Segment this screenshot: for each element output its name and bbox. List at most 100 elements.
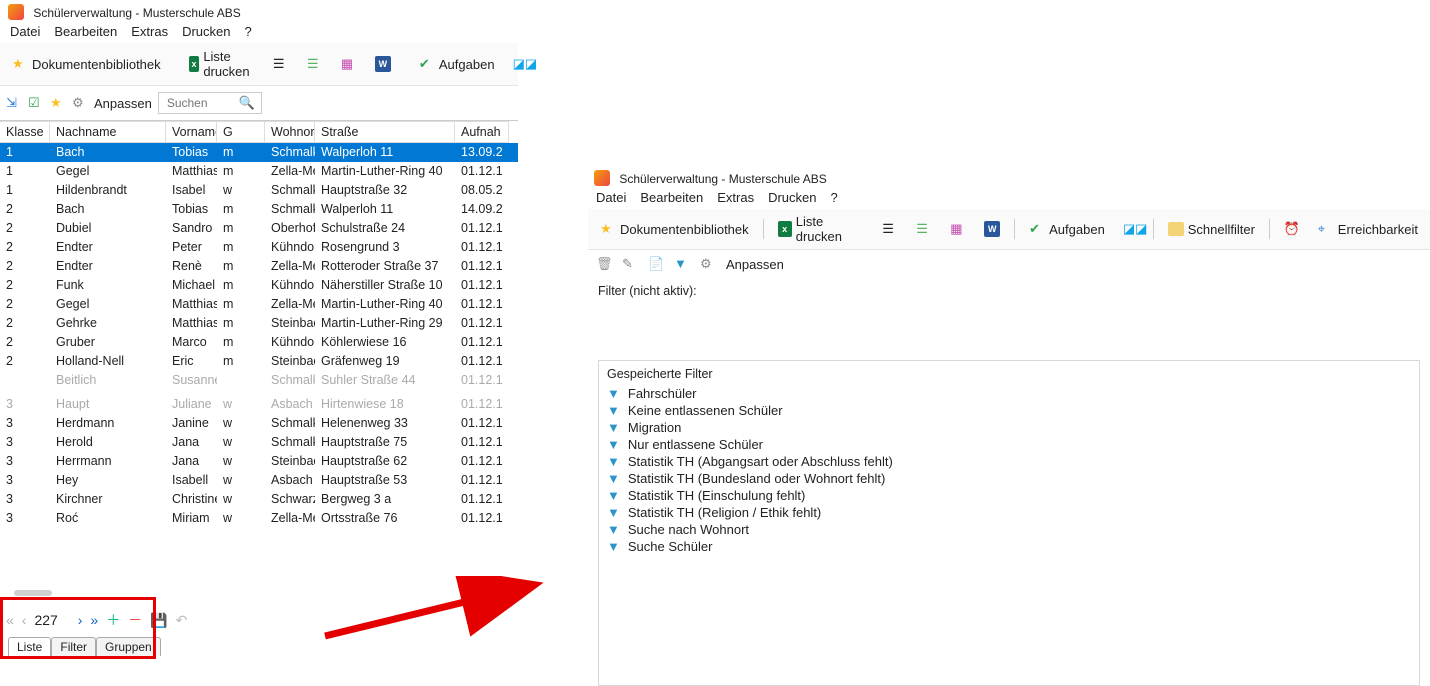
- col-vorname[interactable]: Vorname: [166, 121, 217, 143]
- tiles-button[interactable]: ◪◪: [1117, 219, 1145, 239]
- tasks-button[interactable]: ✔ Aufgaben: [413, 54, 501, 74]
- tool-word[interactable]: W: [978, 219, 1006, 239]
- tool-icon-3[interactable]: ▦: [335, 54, 363, 74]
- star-icon[interactable]: ★: [50, 95, 66, 111]
- search-input[interactable]: [165, 95, 229, 111]
- table-row[interactable]: 2DubielSandromOberhofSchulstraße 2401.12…: [0, 219, 518, 238]
- cell-g: m: [217, 200, 265, 218]
- filter-item[interactable]: ▼Statistik TH (Einschulung fehlt): [607, 487, 1411, 504]
- col-wohnort[interactable]: Wohnort: [265, 121, 315, 143]
- tasks-button[interactable]: ✔ Aufgaben: [1023, 219, 1111, 239]
- undo-icon[interactable]: ↶: [176, 612, 188, 629]
- reachability-button[interactable]: ⌖ Erreichbarkeit: [1312, 219, 1424, 239]
- table-row[interactable]: 1BachTobiasmSchmalkWalperloh 1113.09.2: [0, 143, 518, 162]
- col-aufnahme[interactable]: Aufnah: [455, 121, 509, 143]
- quickfilter-button[interactable]: Schnellfilter: [1162, 220, 1261, 239]
- table-row[interactable]: 3HeyIsabellwAsbachHauptstraße 5301.12.1: [0, 471, 518, 490]
- excel-icon: x: [778, 221, 792, 237]
- table-row[interactable]: 1HildenbrandtIsabelwSchmalkHauptstraße 3…: [0, 181, 518, 200]
- last-icon[interactable]: »: [90, 612, 98, 628]
- trash-icon[interactable]: 🗑: [596, 256, 612, 272]
- col-strasse[interactable]: Straße: [315, 121, 455, 143]
- next-icon[interactable]: ›: [78, 612, 83, 628]
- menu-datei[interactable]: Datei: [596, 190, 626, 205]
- filter-item[interactable]: ▼Suche nach Wohnort: [607, 521, 1411, 538]
- filter-item[interactable]: ▼Nur entlassene Schüler: [607, 436, 1411, 453]
- menu-drucken[interactable]: Drucken: [182, 24, 230, 39]
- menu-drucken[interactable]: Drucken: [768, 190, 816, 205]
- cell-st: Köhlerwiese 16: [315, 333, 455, 351]
- table-row[interactable]: BeitlichSusanneSchmalkSuhler Straße 4401…: [0, 371, 518, 390]
- table-row[interactable]: 2EndterPetermKühndorRosengrund 301.12.1: [0, 238, 518, 257]
- star-icon: ★: [12, 56, 28, 72]
- col-klasse[interactable]: Klasse: [0, 121, 50, 143]
- hierarchy-icon[interactable]: ⇲: [6, 95, 22, 111]
- print-list-button[interactable]: x Liste drucken: [772, 212, 871, 246]
- filter-item[interactable]: ▼Statistik TH (Bundesland oder Wohnort f…: [607, 470, 1411, 487]
- customize-label[interactable]: Anpassen: [726, 257, 784, 272]
- clock-button[interactable]: ⏰: [1278, 219, 1306, 239]
- people-icon: ⌖: [1318, 221, 1334, 237]
- customize-label[interactable]: Anpassen: [94, 96, 152, 111]
- search-icon[interactable]: 🔍: [239, 95, 255, 111]
- filter-item[interactable]: ▼Statistik TH (Abgangsart oder Abschluss…: [607, 453, 1411, 470]
- table-row[interactable]: 3HerrmannJanawSteinbacHauptstraße 6201.1…: [0, 452, 518, 471]
- table-row[interactable]: 2FunkMichaelmKühndorNäherstiller Straße …: [0, 276, 518, 295]
- cell-st: Martin-Luther-Ring 29: [315, 314, 455, 332]
- tool-icon-1[interactable]: ☰: [267, 54, 295, 74]
- edit-icon[interactable]: ✎: [622, 256, 638, 272]
- add-icon[interactable]: ＋: [106, 610, 120, 630]
- menu-help[interactable]: ?: [245, 24, 252, 39]
- window-title-bar: Schülerverwaltung - Musterschule ABS: [588, 166, 1430, 188]
- tiles-button[interactable]: ◪◪: [507, 54, 535, 74]
- table-row[interactable]: 2GegelMatthiasmZella-MeMartin-Luther-Rin…: [0, 295, 518, 314]
- resize-handle[interactable]: [14, 590, 52, 596]
- check-icon[interactable]: ☑: [28, 95, 44, 111]
- copy-icon[interactable]: 📄: [648, 256, 664, 272]
- tool-icon-2[interactable]: ☰: [301, 54, 329, 74]
- menu-extras[interactable]: Extras: [717, 190, 754, 205]
- tab-liste[interactable]: Liste: [8, 637, 51, 656]
- table-row[interactable]: 2BachTobiasmSchmalkWalperloh 1114.09.2: [0, 200, 518, 219]
- table-row[interactable]: 1GegelMatthiasmZella-MeMartin-Luther-Rin…: [0, 162, 518, 181]
- table-row[interactable]: 2Holland-NellEricmSteinbacGräfenweg 1901…: [0, 352, 518, 371]
- search-box[interactable]: 🔍: [158, 92, 262, 114]
- filter-item[interactable]: ▼Keine entlassenen Schüler: [607, 402, 1411, 419]
- filter-item[interactable]: ▼Fahrschüler: [607, 385, 1411, 402]
- gear-icon[interactable]: ⚙: [700, 256, 716, 272]
- library-button[interactable]: ★ Dokumentenbibliothek: [6, 54, 167, 74]
- menu-bearbeiten[interactable]: Bearbeiten: [54, 24, 117, 39]
- filter-item[interactable]: ▼Migration: [607, 419, 1411, 436]
- table-row[interactable]: 3HauptJulianewAsbachHirtenwiese 1801.12.…: [0, 395, 518, 414]
- table-row[interactable]: 2EndterRenèmZella-MeRotteroder Straße 37…: [0, 257, 518, 276]
- menu-datei[interactable]: Datei: [10, 24, 40, 39]
- tool-icon-2[interactable]: ☰: [910, 219, 938, 239]
- tab-filter[interactable]: Filter: [51, 637, 96, 656]
- remove-icon[interactable]: －: [128, 610, 142, 630]
- col-g[interactable]: G: [217, 121, 265, 143]
- table-row[interactable]: 3RoćMiriamwZella-MeOrtsstraße 7601.12.1: [0, 509, 518, 528]
- prev-icon[interactable]: ‹: [22, 612, 27, 628]
- tool-icon-3[interactable]: ▦: [944, 219, 972, 239]
- table-row[interactable]: 3HerdmannJaninewSchmalkHelenenweg 3301.1…: [0, 414, 518, 433]
- save-icon[interactable]: 💾: [150, 612, 167, 629]
- tab-gruppen[interactable]: Gruppen: [96, 637, 161, 656]
- tool-icon-1[interactable]: ☰: [876, 219, 904, 239]
- print-list-button[interactable]: x Liste drucken: [183, 47, 261, 81]
- first-icon[interactable]: «: [6, 612, 14, 628]
- filter-item[interactable]: ▼Statistik TH (Religion / Ethik fehlt): [607, 504, 1411, 521]
- tool-word[interactable]: W: [369, 54, 397, 74]
- menu-bearbeiten[interactable]: Bearbeiten: [640, 190, 703, 205]
- table-row[interactable]: 3KirchnerChristinewSchwarzaBergweg 3 a01…: [0, 490, 518, 509]
- table-row[interactable]: 2GruberMarcomKühndorKöhlerwiese 1601.12.…: [0, 333, 518, 352]
- library-button[interactable]: ★ Dokumentenbibliothek: [594, 219, 755, 239]
- filter-item[interactable]: ▼Suche Schüler: [607, 538, 1411, 555]
- table-row[interactable]: 2GehrkeMatthiasmSteinbacMartin-Luther-Ri…: [0, 314, 518, 333]
- table-row[interactable]: 3HeroldJanawSchmalkHauptstraße 7501.12.1: [0, 433, 518, 452]
- gear-icon[interactable]: ⚙: [72, 95, 88, 111]
- filter-icon[interactable]: ▼: [674, 256, 690, 272]
- menu-help[interactable]: ?: [831, 190, 838, 205]
- cell-wo: Schmalk: [265, 433, 315, 451]
- menu-extras[interactable]: Extras: [131, 24, 168, 39]
- col-nachname[interactable]: Nachname: [50, 121, 166, 143]
